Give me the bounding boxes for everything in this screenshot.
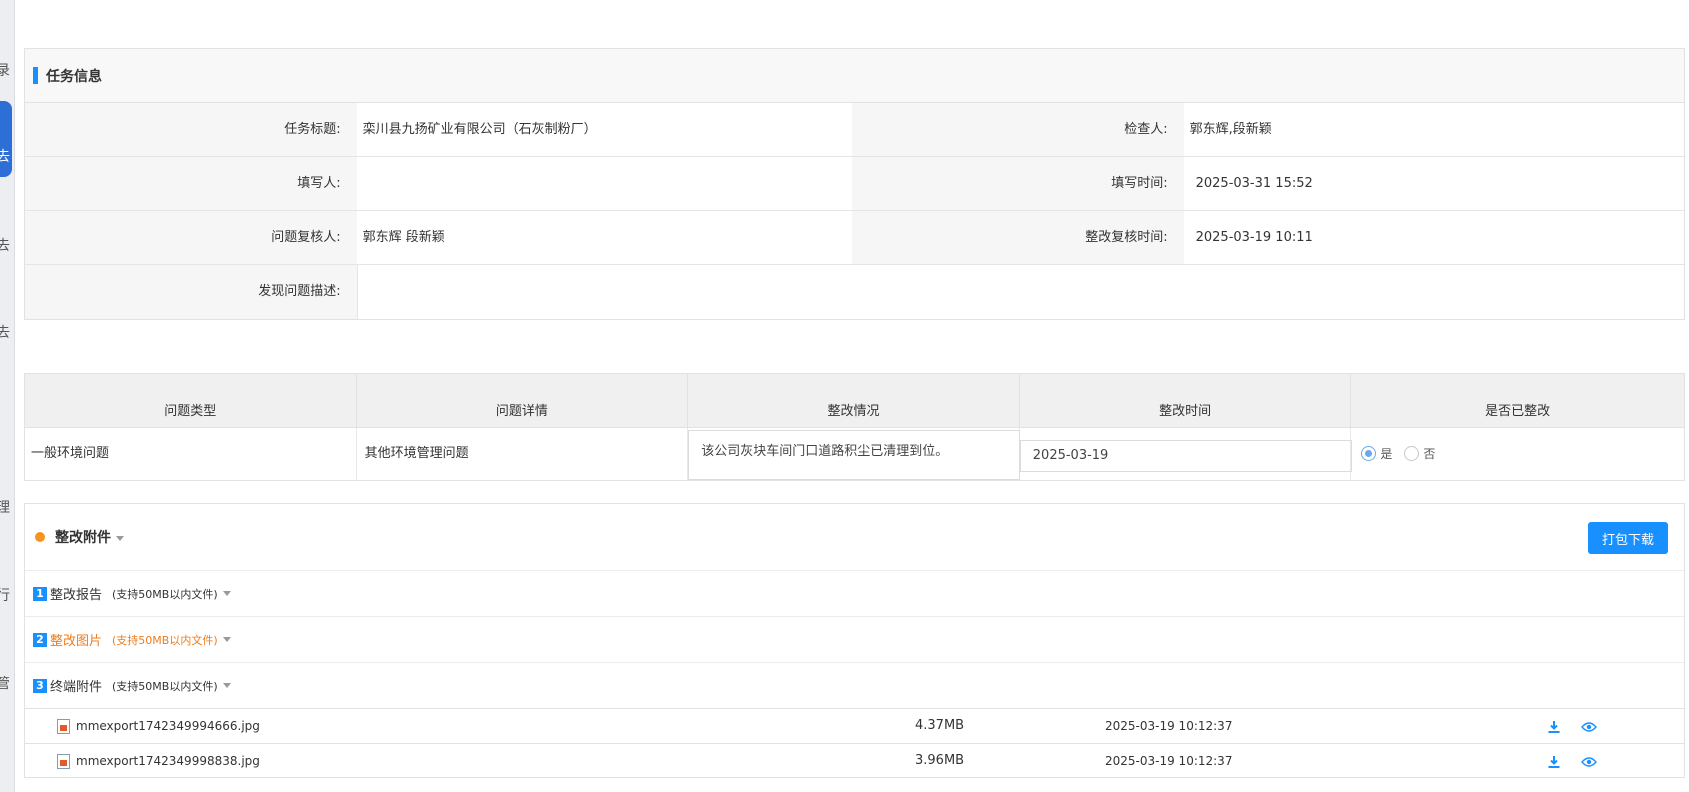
file-time: 2025-03-19 10:12:37: [1105, 719, 1233, 733]
inspector-label: 检查人:: [852, 103, 1184, 156]
image-file-icon: [57, 719, 70, 734]
section-number-badge: 1: [33, 586, 47, 601]
section-note: (支持50MB以内文件): [112, 633, 218, 647]
col-rectification: 整改情况: [688, 374, 1020, 427]
file-size: 4.37MB: [915, 718, 965, 733]
reviewer-value: 郭东辉 段新颖: [356, 211, 852, 264]
section-number-badge: 3: [33, 678, 47, 693]
preview-eye-icon[interactable]: [1581, 756, 1597, 768]
attachments-panel: 整改附件 打包下载 1 整改报告 (支持50MB以内文件) 2 整改图片 (支持…: [24, 503, 1685, 778]
rectification-date-input[interactable]: 2025-03-19: [1019, 440, 1352, 472]
task-info-header: 任务信息: [25, 49, 1684, 103]
chevron-down-icon: [116, 535, 124, 541]
sidebar-item-active[interactable]: 去: [0, 101, 12, 177]
section-images[interactable]: 2 整改图片 (支持50MB以内文件): [25, 616, 1684, 662]
review-time-label: 整改复核时间:: [852, 211, 1184, 264]
chevron-down-icon: [222, 591, 231, 596]
rectified-radio-group: 是 否: [1361, 445, 1443, 462]
reviewer-label: 问题复核人:: [25, 211, 357, 264]
filler-label: 填写人:: [25, 157, 357, 210]
file-row: mmexport1742349994666.jpg 4.37MB 2025-03…: [25, 708, 1684, 743]
preview-eye-icon[interactable]: [1581, 721, 1597, 733]
download-icon[interactable]: [1547, 720, 1561, 734]
description-value: [356, 265, 1684, 319]
section-name: 整改图片: [50, 634, 103, 649]
col-problem-detail: 问题详情: [357, 374, 689, 427]
info-row-description: 发现问题描述:: [25, 265, 1684, 319]
section-name: 整改报告: [50, 588, 103, 603]
sidebar-item-6[interactable]: 行: [0, 585, 13, 605]
radio-no[interactable]: [1404, 446, 1420, 461]
file-size: 3.96MB: [915, 753, 965, 768]
rectification-textarea[interactable]: 该公司灰块车间门口道路积尘已清理到位。: [688, 430, 1021, 480]
attachments-title[interactable]: 整改附件: [55, 527, 124, 547]
fill-time-value: 2025-03-31 15:52: [1183, 157, 1684, 210]
file-name: mmexport1742349998838.jpg: [76, 754, 260, 768]
status-dot: [35, 532, 45, 542]
section-marker: [33, 67, 38, 84]
sidebar-item-4[interactable]: 去: [0, 322, 13, 342]
info-row-filler: 填写人: 填写时间: 2025-03-31 15:52: [25, 157, 1684, 211]
section-terminal[interactable]: 3 终端附件 (支持50MB以内文件): [25, 662, 1684, 708]
problem-table: 问题类型 问题详情 整改情况 整改时间 是否已整改 一般环境问题 其他环境管理问…: [24, 373, 1685, 481]
problem-type-cell: 一般环境问题: [31, 446, 110, 461]
table-row: 一般环境问题 其他环境管理问题 该公司灰块车间门口道路积尘已清理到位。 2025…: [25, 428, 1684, 480]
radio-yes[interactable]: [1361, 446, 1377, 461]
info-row-reviewer: 问题复核人: 郭东辉 段新颖 整改复核时间: 2025-03-19 10:11: [25, 211, 1684, 265]
col-rectification-time: 整改时间: [1020, 374, 1352, 427]
file-time: 2025-03-19 10:12:37: [1105, 754, 1233, 768]
problem-detail-cell: 其他环境管理问题: [364, 446, 469, 461]
pack-download-button[interactable]: 打包下载: [1588, 522, 1668, 554]
task-info-title: 任务信息: [46, 68, 102, 85]
radio-yes-label[interactable]: 是: [1380, 445, 1392, 462]
inspector-value: 郭东辉,段新颖: [1183, 103, 1684, 156]
fill-time-label: 填写时间:: [852, 157, 1184, 210]
task-title-value: 栾川县九扬矿业有限公司（石灰制粉厂）: [356, 103, 852, 156]
problem-table-header: 问题类型 问题详情 整改情况 整改时间 是否已整改: [25, 374, 1684, 428]
left-sidebar: 录 去 去 去 理 行 管: [0, 0, 15, 792]
file-row: mmexport1742349998838.jpg 3.96MB 2025-03…: [25, 743, 1684, 778]
description-label: 发现问题描述:: [25, 265, 357, 319]
review-time-value: 2025-03-19 10:11: [1183, 211, 1684, 264]
section-report[interactable]: 1 整改报告 (支持50MB以内文件): [25, 570, 1684, 616]
task-title-label: 任务标题:: [25, 103, 357, 156]
filler-value: [356, 157, 852, 210]
chevron-down-icon: [222, 683, 231, 688]
section-number-badge: 2: [33, 632, 47, 647]
image-file-icon: [57, 754, 70, 769]
section-name: 终端附件: [50, 680, 103, 695]
download-icon[interactable]: [1547, 755, 1561, 769]
chevron-down-icon: [222, 637, 231, 642]
sidebar-item-7[interactable]: 管: [0, 673, 13, 693]
section-note: (支持50MB以内文件): [112, 587, 218, 601]
attachments-header: 整改附件 打包下载: [25, 504, 1684, 570]
sidebar-item-1[interactable]: 录: [0, 60, 13, 80]
col-problem-type: 问题类型: [25, 374, 357, 427]
sidebar-item-5[interactable]: 理: [0, 497, 13, 517]
radio-no-label[interactable]: 否: [1423, 445, 1435, 462]
task-info-panel: 任务信息 任务标题: 栾川县九扬矿业有限公司（石灰制粉厂） 检查人: 郭东辉,段…: [24, 48, 1685, 320]
col-is-rectified: 是否已整改: [1485, 404, 1551, 419]
file-name: mmexport1742349994666.jpg: [76, 719, 260, 733]
info-row-title: 任务标题: 栾川县九扬矿业有限公司（石灰制粉厂） 检查人: 郭东辉,段新颖: [25, 103, 1684, 157]
section-note: (支持50MB以内文件): [112, 679, 218, 693]
sidebar-item-3[interactable]: 去: [0, 235, 13, 255]
